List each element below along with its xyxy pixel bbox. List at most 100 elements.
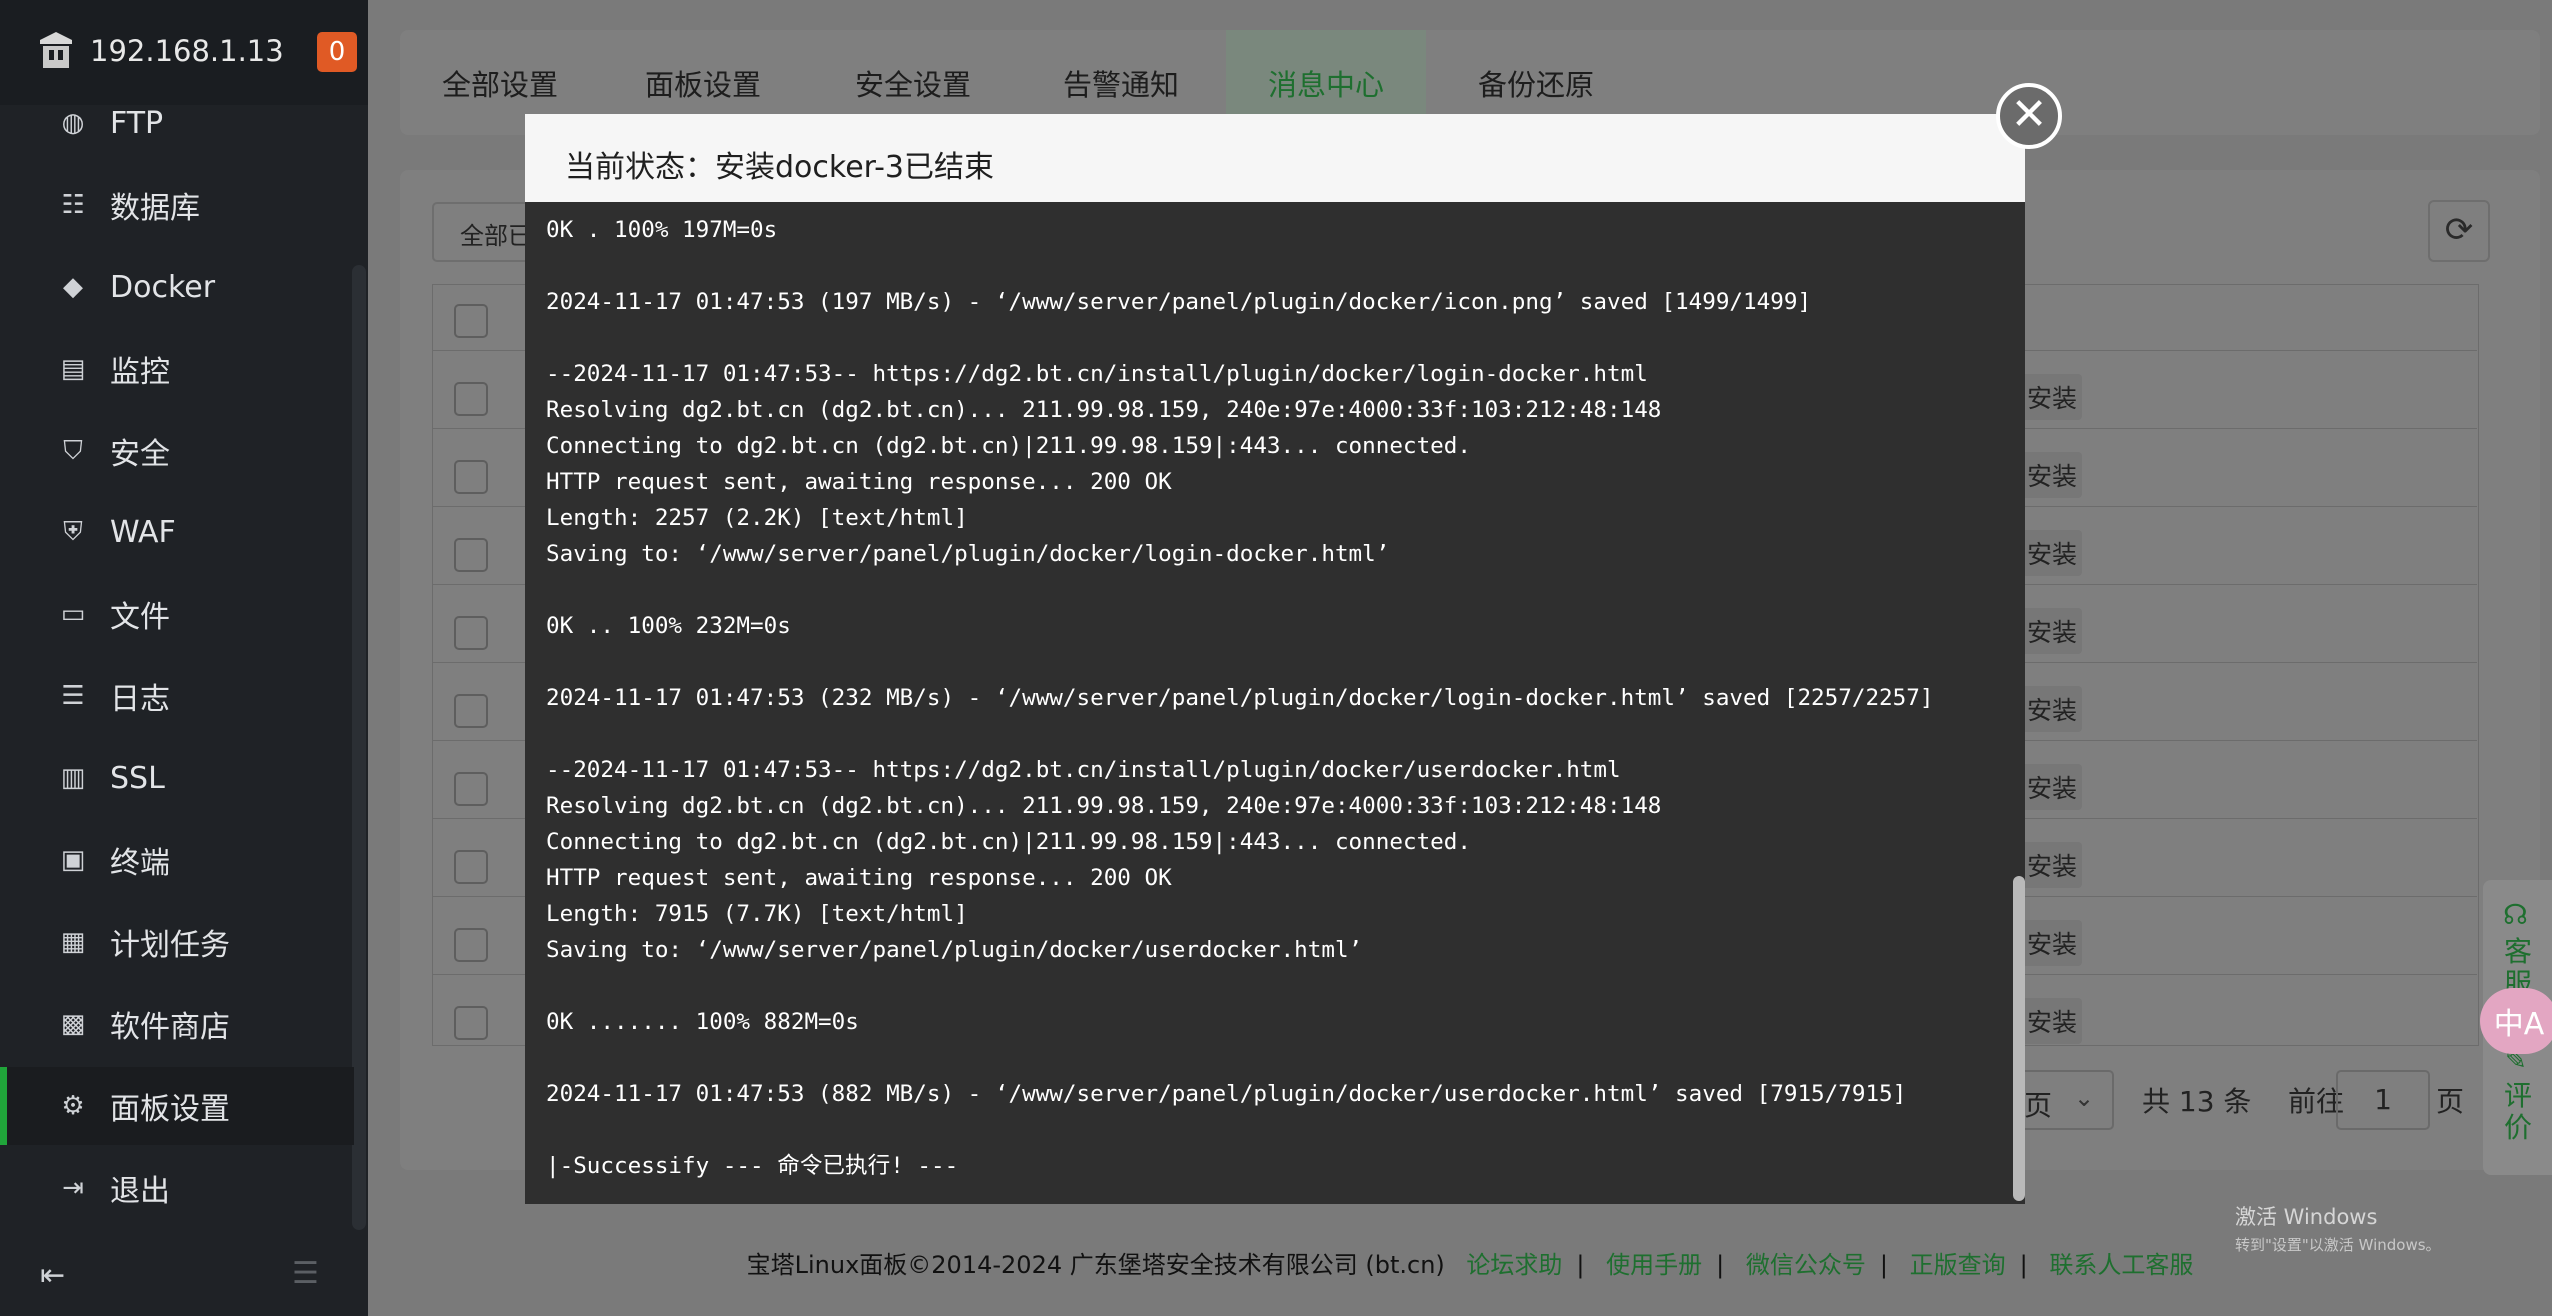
- footer-link-forum[interactable]: 论坛求助: [1466, 1251, 1562, 1279]
- select-all-checkbox[interactable]: [454, 304, 488, 338]
- sidebar-item[interactable]: ▩ 软件商店: [0, 985, 354, 1063]
- row-checkbox[interactable]: [454, 616, 488, 650]
- tab[interactable]: 全部设置: [442, 62, 558, 104]
- row-checkbox[interactable]: [454, 694, 488, 728]
- translate-button[interactable]: 中A: [2480, 988, 2552, 1054]
- refresh-button[interactable]: ⟳: [2428, 200, 2490, 262]
- sidebar-item[interactable]: ⚙ 面板设置: [0, 1067, 354, 1145]
- sidebar-item-label: WAF: [110, 514, 176, 550]
- footer-link-wechat[interactable]: 微信公众号: [1746, 1251, 1866, 1279]
- install-button[interactable]: 安装: [2022, 764, 2082, 810]
- database-icon: ☷: [61, 190, 85, 220]
- shield-icon: ⛉: [63, 435, 83, 466]
- sidebar-item[interactable]: ▣ 终端: [0, 821, 354, 899]
- install-button[interactable]: 安装: [2022, 842, 2082, 888]
- install-button[interactable]: 安装: [2022, 920, 2082, 966]
- collapse-icon[interactable]: ⇤: [40, 1258, 65, 1293]
- goto-input[interactable]: 1: [2336, 1070, 2430, 1130]
- log-line: Resolving dg2.bt.cn (dg2.bt.cn)... 211.9…: [546, 793, 1662, 819]
- tab[interactable]: 消息中心: [1268, 62, 1384, 104]
- row-checkbox[interactable]: [454, 382, 488, 416]
- row-checkbox[interactable]: [454, 1006, 488, 1040]
- log-line: HTTP request sent, awaiting response... …: [546, 865, 1172, 891]
- install-button[interactable]: 安装: [2022, 998, 2082, 1044]
- row-checkbox[interactable]: [454, 460, 488, 494]
- sidebar-item-label: 面板设置: [110, 1092, 230, 1127]
- install-button[interactable]: 安装: [2022, 374, 2082, 420]
- notification-badge[interactable]: 0: [317, 32, 357, 72]
- sidebar-item[interactable]: ⛉ 安全: [0, 412, 354, 490]
- log-line: Saving to: ‘/www/server/panel/plugin/doc…: [546, 937, 1363, 963]
- log-line: Resolving dg2.bt.cn (dg2.bt.cn)... 211.9…: [546, 397, 1662, 423]
- log-line: --2024-11-17 01:47:53-- https://dg2.bt.c…: [546, 757, 1621, 783]
- footer-separator: |: [1879, 1251, 1888, 1279]
- footer-link-support[interactable]: 联系人工客服: [2049, 1251, 2193, 1279]
- logout-icon: ⇥: [62, 1173, 84, 1203]
- tab[interactable]: 告警通知: [1063, 62, 1179, 104]
- footer-separator: |: [1716, 1251, 1725, 1279]
- page-suffix: 页: [2436, 1085, 2465, 1118]
- footer: 宝塔Linux面板©2014-2024 广东堡塔安全技术有限公司 (bt.cn)…: [400, 1245, 2540, 1285]
- modal-scrollbar[interactable]: [2013, 876, 2025, 1201]
- sidebar-item-label: 计划任务: [110, 928, 230, 963]
- log-line: Length: 7915 (7.7K) [text/html]: [546, 901, 968, 927]
- sidebar-item[interactable]: ▤ 监控: [0, 330, 354, 408]
- log-line: 2024-11-17 01:47:53 (232 MB/s) - ‘/www/s…: [546, 685, 1934, 711]
- log-line: 0K . 100% 197M=0s: [546, 217, 778, 243]
- log-line: 0K ....... 100% 882M=0s: [546, 1009, 859, 1035]
- footer-link-manual[interactable]: 使用手册: [1606, 1251, 1702, 1279]
- sidebar-item[interactable]: ☷ 数据库: [0, 166, 354, 244]
- install-button[interactable]: 安装: [2022, 530, 2082, 576]
- logo-icon: [36, 30, 76, 72]
- sidebar-item-label: 日志: [110, 682, 170, 717]
- footer-copyright: 宝塔Linux面板©2014-2024 广东堡塔安全技术有限公司 (bt.cn): [746, 1251, 1445, 1279]
- log-line: --2024-11-17 01:47:53-- https://dg2.bt.c…: [546, 361, 1648, 387]
- install-button[interactable]: 安装: [2022, 452, 2082, 498]
- sidebar-item[interactable]: ▥ SSL: [0, 739, 354, 817]
- sidebar-item[interactable]: ▦ 计划任务: [0, 903, 354, 981]
- review-button[interactable]: 评价: [2504, 1080, 2534, 1144]
- sidebar-item[interactable]: ☰ 日志: [0, 657, 354, 735]
- sidebar-scrollbar[interactable]: [352, 265, 366, 1230]
- headset-icon: ☊: [2503, 898, 2528, 931]
- install-button[interactable]: 安装: [2022, 608, 2082, 654]
- log-line: Length: 2257 (2.2K) [text/html]: [546, 505, 968, 531]
- log-line: 0K .. 100% 232M=0s: [546, 613, 791, 639]
- tab[interactable]: 备份还原: [1478, 62, 1594, 104]
- row-checkbox[interactable]: [454, 928, 488, 962]
- install-button[interactable]: 安装: [2022, 686, 2082, 732]
- modal-title: 当前状态：安装docker-3已结束: [565, 150, 994, 185]
- log-line: HTTP request sent, awaiting response... …: [546, 469, 1172, 495]
- server-ip: 192.168.1.13: [90, 34, 284, 68]
- sidebar-item-label: FTP: [110, 105, 164, 141]
- log-line: Connecting to dg2.bt.cn (dg2.bt.cn)|211.…: [546, 829, 1471, 855]
- row-checkbox[interactable]: [454, 850, 488, 884]
- row-checkbox[interactable]: [454, 538, 488, 572]
- monitor-icon: ▤: [60, 354, 86, 384]
- sidebar-item[interactable]: ⇥ 退出: [0, 1149, 354, 1227]
- sidebar-item[interactable]: ◆ Docker: [0, 248, 354, 326]
- tab[interactable]: 安全设置: [855, 62, 971, 104]
- log-line: 2024-11-17 01:47:53 (197 MB/s) - ‘/www/s…: [546, 289, 1812, 315]
- ssl-icon: ▥: [60, 763, 86, 793]
- row-checkbox[interactable]: [454, 772, 488, 806]
- log-icon: ☰: [61, 681, 85, 711]
- install-log-output: 0K . 100% 197M=0s 2024-11-17 01:47:53 (19…: [546, 212, 1996, 1192]
- sidebar-item-label: 终端: [110, 846, 170, 881]
- page-size-text: 页: [2024, 1089, 2053, 1122]
- waf-icon: ⛨: [63, 516, 83, 547]
- footer-link-license[interactable]: 正版查询: [1910, 1251, 2006, 1279]
- sidebar-item[interactable]: ▭ 文件: [0, 575, 354, 653]
- sidebar-item-label: Docker: [110, 269, 216, 305]
- log-line: |-Successify --- 命令已执行! ---: [546, 1153, 959, 1179]
- chevron-down-icon: ⌄: [2074, 1084, 2095, 1112]
- sidebar-item-label: 监控: [110, 355, 170, 390]
- sidebar-item[interactable]: ◍ FTP: [0, 84, 354, 162]
- tab[interactable]: 面板设置: [645, 62, 761, 104]
- close-button[interactable]: ✕: [1996, 83, 2062, 149]
- menu-icon[interactable]: ☰: [292, 1256, 319, 1291]
- sidebar-item[interactable]: ⛨ WAF: [0, 493, 354, 571]
